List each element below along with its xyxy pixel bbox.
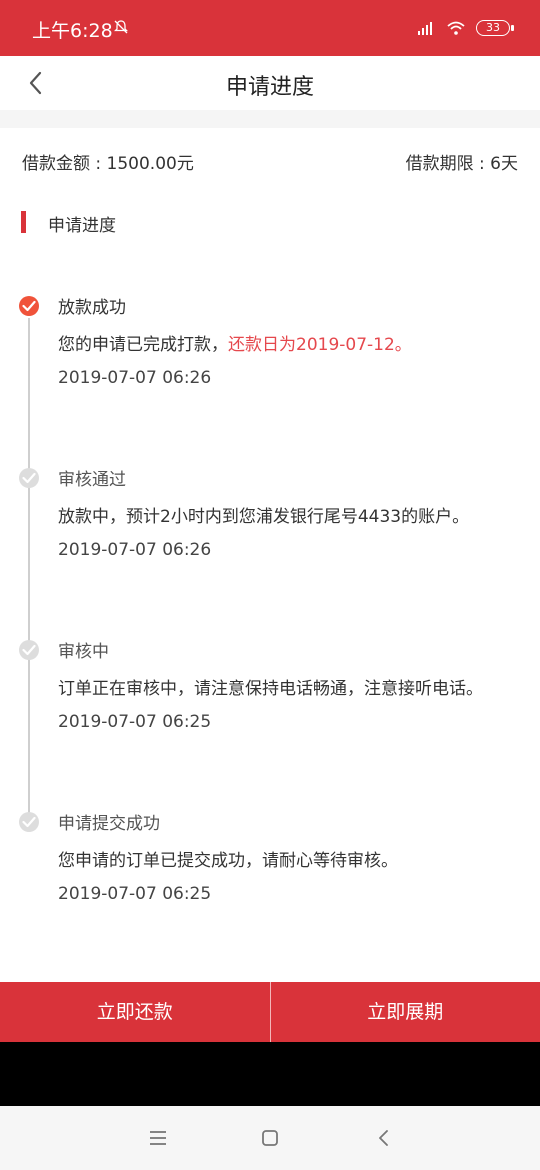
back-nav-icon[interactable]: [372, 1126, 396, 1150]
step-title: 审核通过: [58, 470, 126, 490]
system-nav-bar: [0, 1106, 540, 1170]
step-time: 2019-07-07 06:25: [58, 712, 212, 732]
blank-area: [0, 1042, 540, 1106]
step-title: 放款成功: [58, 298, 126, 318]
step-title: 申请提交成功: [58, 814, 160, 834]
progress-section-header: 申请进度: [0, 205, 540, 239]
status-time: 上午6:28: [32, 20, 113, 42]
step-description: 放款中，预计2小时内到您浦发银行尾号4433的账户。: [58, 507, 470, 527]
step-description: 您的申请已完成打款，还款日为2019-07-12。: [58, 330, 412, 355]
check-icon: [19, 296, 39, 316]
status-icons: 33: [416, 18, 514, 38]
step-time: 2019-07-07 06:25: [58, 884, 212, 904]
section-title: 申请进度: [48, 216, 116, 236]
step-description: 您申请的订单已提交成功，请耐心等待审核。: [58, 851, 398, 871]
loan-term: 借款期限 : 6天: [405, 154, 518, 174]
status-bar: 上午6:28 33: [0, 0, 540, 56]
repayment-date-highlight: 还款日为2019-07-12。: [228, 335, 412, 355]
loan-amount: 借款金额 : 1500.00元: [22, 154, 194, 174]
mute-bell-icon: [114, 20, 128, 34]
step-title: 审核中: [58, 642, 109, 662]
check-icon: [19, 812, 39, 832]
step-time: 2019-07-07 06:26: [58, 368, 212, 388]
timeline-line: [28, 318, 30, 823]
menu-icon[interactable]: [146, 1126, 170, 1150]
battery-icon: 33: [476, 20, 514, 36]
step-time: 2019-07-07 06:26: [58, 540, 212, 560]
action-bar: 立即还款 立即展期: [0, 982, 540, 1042]
check-icon: [19, 640, 39, 660]
repay-now-button[interactable]: 立即还款: [0, 982, 270, 1042]
page-title: 申请进度: [225, 75, 314, 100]
check-icon: [19, 468, 39, 488]
wifi-icon: [447, 21, 465, 35]
section-accent-bar: [21, 211, 26, 233]
signal-icon: [418, 22, 432, 35]
step-description-text: 您的申请已完成打款，: [58, 335, 228, 355]
home-icon[interactable]: [258, 1126, 282, 1150]
step-description: 订单正在审核中，请注意保持电话畅通，注意接听电话。: [58, 679, 483, 699]
section-gap: [0, 110, 540, 128]
nav-bar: 申请进度: [0, 56, 540, 110]
extend-now-button[interactable]: 立即展期: [271, 982, 540, 1042]
loan-summary: 借款金额 : 1500.00元 借款期限 : 6天: [0, 128, 540, 190]
